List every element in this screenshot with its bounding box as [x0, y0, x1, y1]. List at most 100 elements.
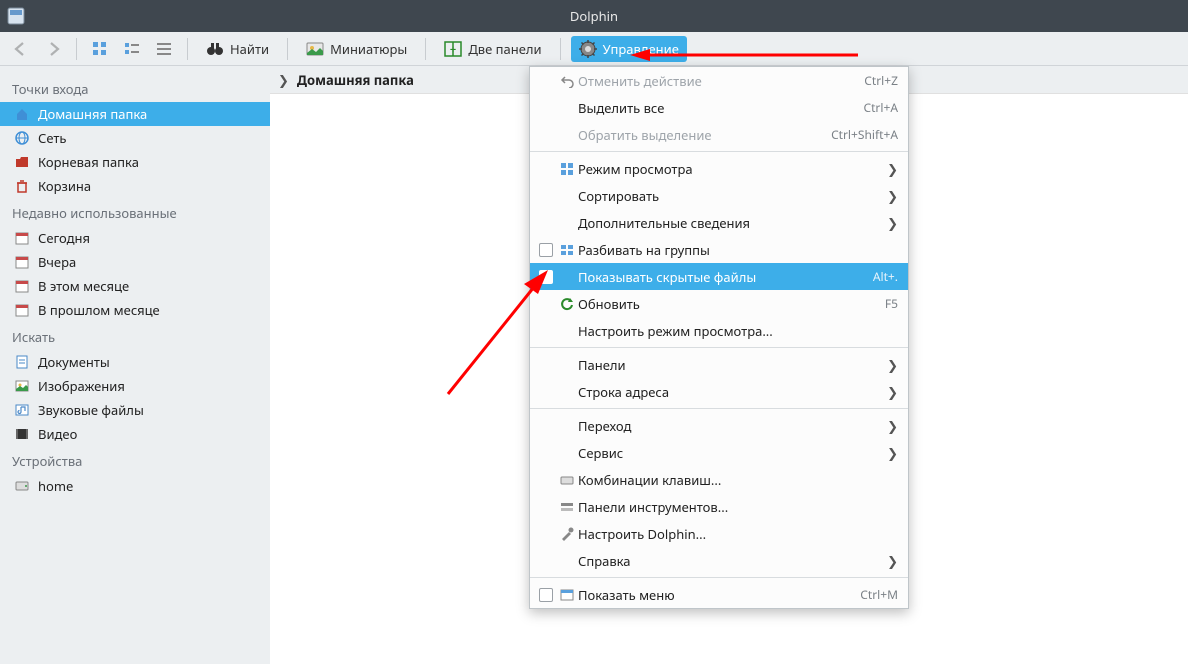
sidebar-item[interactable]: Звуковые файлы — [0, 398, 270, 422]
menu-item[interactable]: Комбинации клавиш... — [530, 466, 908, 493]
menu-item[interactable]: Дополнительные сведения❯ — [530, 209, 908, 236]
configure-icon — [556, 527, 578, 541]
menu-accelerator: Ctrl+M — [860, 586, 898, 603]
menu-item[interactable]: Панели❯ — [530, 351, 908, 378]
compact-view-icon — [123, 40, 141, 58]
menu-item-label: Настроить режим просмотра... — [578, 322, 898, 340]
menu-item[interactable]: Показывать скрытые файлыAlt+. — [530, 263, 908, 290]
thumbnails-button[interactable]: Миниатюры — [298, 36, 415, 62]
sidebar-item[interactable]: Корневая папка — [0, 150, 270, 174]
sidebar-item[interactable]: Вчера — [0, 250, 270, 274]
calendar-icon — [14, 302, 30, 318]
manage-dropdown: Отменить действиеCtrl+ZВыделить всеCtrl+… — [529, 66, 909, 609]
menu-item-label: Выделить все — [578, 99, 863, 117]
chevron-right-icon: ❯ — [884, 417, 898, 435]
sidebar-item[interactable]: Изображения — [0, 374, 270, 398]
menu-item[interactable]: Режим просмотра❯ — [530, 155, 908, 182]
menu-item-label: Показать меню — [578, 586, 860, 604]
sidebar-section-header: Устройства — [0, 446, 270, 474]
menu-separator — [530, 151, 908, 152]
menu-item[interactable]: Переход❯ — [530, 412, 908, 439]
manage-button[interactable]: Управление — [571, 36, 687, 62]
chevron-right-icon: ❯ — [884, 160, 898, 178]
menu-item-label: Сортировать — [578, 187, 884, 205]
menu-separator — [530, 347, 908, 348]
menu-item[interactable]: Разбивать на группы — [530, 236, 908, 263]
app-icon — [6, 6, 26, 26]
menu-item-label: Переход — [578, 417, 884, 435]
menu-item[interactable]: Строка адреса❯ — [530, 378, 908, 405]
disk-icon — [14, 478, 30, 494]
network-icon — [14, 130, 30, 146]
menu-item-label: Дополнительные сведения — [578, 214, 884, 232]
view-icons-button[interactable] — [87, 36, 113, 62]
menu-checkbox-slot — [536, 243, 556, 257]
menu-item[interactable]: Показать менюCtrl+M — [530, 581, 908, 608]
menu-item-label: Разбивать на группы — [578, 241, 898, 259]
two-panels-button[interactable]: + Две панели — [436, 36, 549, 62]
chevron-right-icon: ❯ — [884, 356, 898, 374]
menu-separator — [530, 577, 908, 578]
menu-separator — [530, 408, 908, 409]
root-icon — [14, 154, 30, 170]
sidebar-item-label: Сеть — [38, 129, 66, 147]
view-details-button[interactable] — [151, 36, 177, 62]
window-title: Dolphin — [570, 7, 618, 25]
sidebar-item[interactable]: Сеть — [0, 126, 270, 150]
sidebar-item[interactable]: Сегодня — [0, 226, 270, 250]
menu-item[interactable]: Сервис❯ — [530, 439, 908, 466]
split-icon: + — [444, 40, 462, 58]
menu-item-label: Сервис — [578, 444, 884, 462]
menu-item[interactable]: Справка❯ — [530, 547, 908, 574]
menu-icon — [556, 588, 578, 602]
menu-item[interactable]: Сортировать❯ — [530, 182, 908, 209]
menu-accelerator: F5 — [885, 295, 898, 312]
sidebar-item-label: Видео — [38, 425, 77, 443]
sidebar-item[interactable]: В прошлом месяце — [0, 298, 270, 322]
menu-item-label: Панели — [578, 356, 884, 374]
toolbars-icon — [556, 500, 578, 514]
checkbox-icon — [539, 243, 553, 257]
icons-view-icon — [91, 40, 109, 58]
menu-item[interactable]: Выделить всеCtrl+A — [530, 94, 908, 121]
menu-accelerator: Alt+. — [873, 268, 898, 285]
two-panels-label: Две панели — [468, 40, 541, 58]
menu-item-label: Показывать скрытые файлы — [578, 268, 873, 286]
sidebar-item[interactable]: В этом месяце — [0, 274, 270, 298]
menu-item[interactable]: ОбновитьF5 — [530, 290, 908, 317]
menu-item[interactable]: Настроить режим просмотра... — [530, 317, 908, 344]
back-button[interactable] — [8, 36, 34, 62]
sidebar-item[interactable]: Документы — [0, 350, 270, 374]
sidebar-section-header: Искать — [0, 322, 270, 350]
sidebar-item[interactable]: home — [0, 474, 270, 498]
chevron-right-icon: ❯ — [884, 187, 898, 205]
sidebar-item[interactable]: Корзина — [0, 174, 270, 198]
chevron-right-icon: ❯ — [884, 552, 898, 570]
sidebar-item[interactable]: Видео — [0, 422, 270, 446]
view-compact-button[interactable] — [119, 36, 145, 62]
forward-button[interactable] — [40, 36, 66, 62]
menu-item-label: Справка — [578, 552, 884, 570]
sidebar-item-label: Корневая папка — [38, 153, 139, 171]
chevron-right-icon: ❯ — [884, 383, 898, 401]
undo-icon — [556, 74, 578, 88]
sidebar-item-label: Изображения — [38, 377, 125, 395]
menu-checkbox-slot — [536, 588, 556, 602]
sidebar-item-label: home — [38, 477, 73, 495]
dolphin-window: Dolphin — [0, 0, 1188, 664]
thumbnails-label: Миниатюры — [330, 40, 407, 58]
svg-text:+: + — [450, 42, 456, 57]
menu-item-label: Настроить Dolphin... — [578, 525, 898, 543]
doc-icon — [14, 354, 30, 370]
sidebar-item[interactable]: Домашняя папка — [0, 102, 270, 126]
menu-item[interactable]: Панели инструментов... — [530, 493, 908, 520]
menu-item[interactable]: Настроить Dolphin... — [530, 520, 908, 547]
chevron-right-icon: ❯ — [278, 71, 289, 89]
checkbox-icon — [539, 270, 553, 284]
calendar-icon — [14, 230, 30, 246]
find-button[interactable]: Найти — [198, 36, 277, 62]
menu-checkbox-slot — [536, 270, 556, 284]
manage-label: Управление — [603, 40, 679, 58]
titlebar: Dolphin — [0, 0, 1188, 32]
calendar-icon — [14, 278, 30, 294]
